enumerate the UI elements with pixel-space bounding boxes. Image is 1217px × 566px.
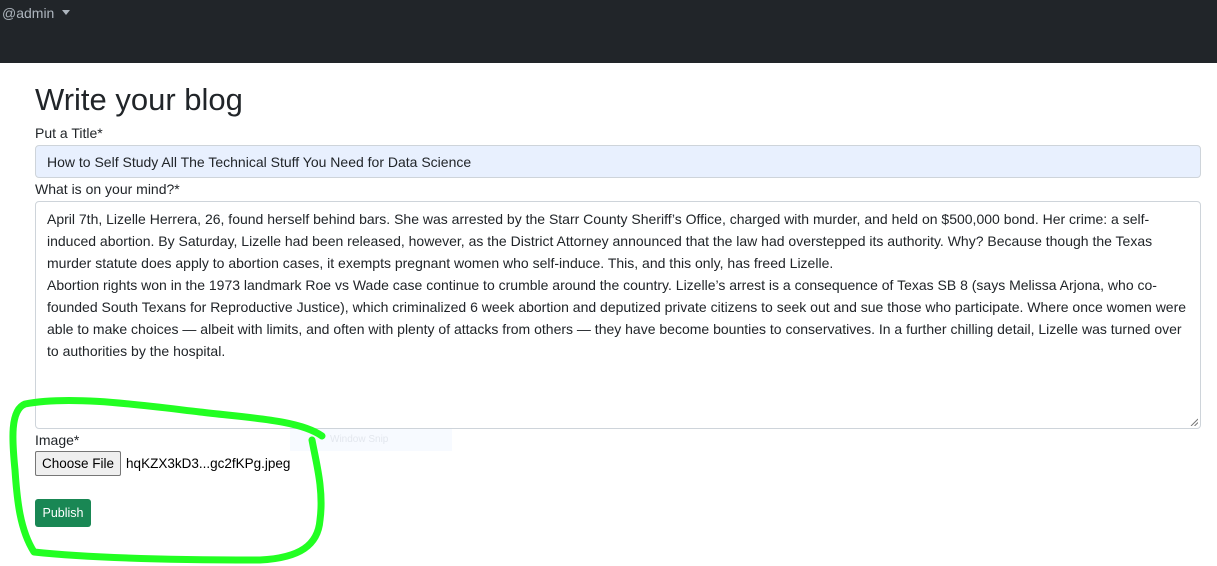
body-paragraph-1: April 7th, Lizelle Herrera, 26, found he… (47, 211, 1153, 271)
top-navbar: @admin (0, 0, 1217, 63)
choose-file-button[interactable]: Choose File (35, 451, 122, 476)
title-label: Put a Title* (35, 125, 103, 141)
body-label: What is on your mind?* (35, 181, 180, 197)
user-menu-label: @admin (2, 5, 55, 21)
publish-button[interactable]: Publish (35, 499, 91, 527)
caret-down-icon (62, 9, 71, 15)
snip-tooltip-ghost: Window Snip (290, 429, 452, 451)
selected-file-name: hqKZX3kD3...gc2fKPg.jpeg (126, 456, 291, 471)
body-textarea[interactable]: April 7th, Lizelle Herrera, 26, found he… (35, 201, 1201, 429)
user-menu-toggle[interactable]: @admin (2, 5, 71, 21)
page-title: Write your blog (35, 82, 243, 117)
body-paragraph-2: Abortion rights won in the 1973 landmark… (47, 277, 1187, 359)
file-input: Choose File hqKZX3kD3...gc2fKPg.jpeg (35, 451, 290, 476)
title-input[interactable] (35, 145, 1201, 178)
image-label: Image* (35, 432, 80, 448)
resize-grip-icon[interactable] (1190, 418, 1198, 426)
